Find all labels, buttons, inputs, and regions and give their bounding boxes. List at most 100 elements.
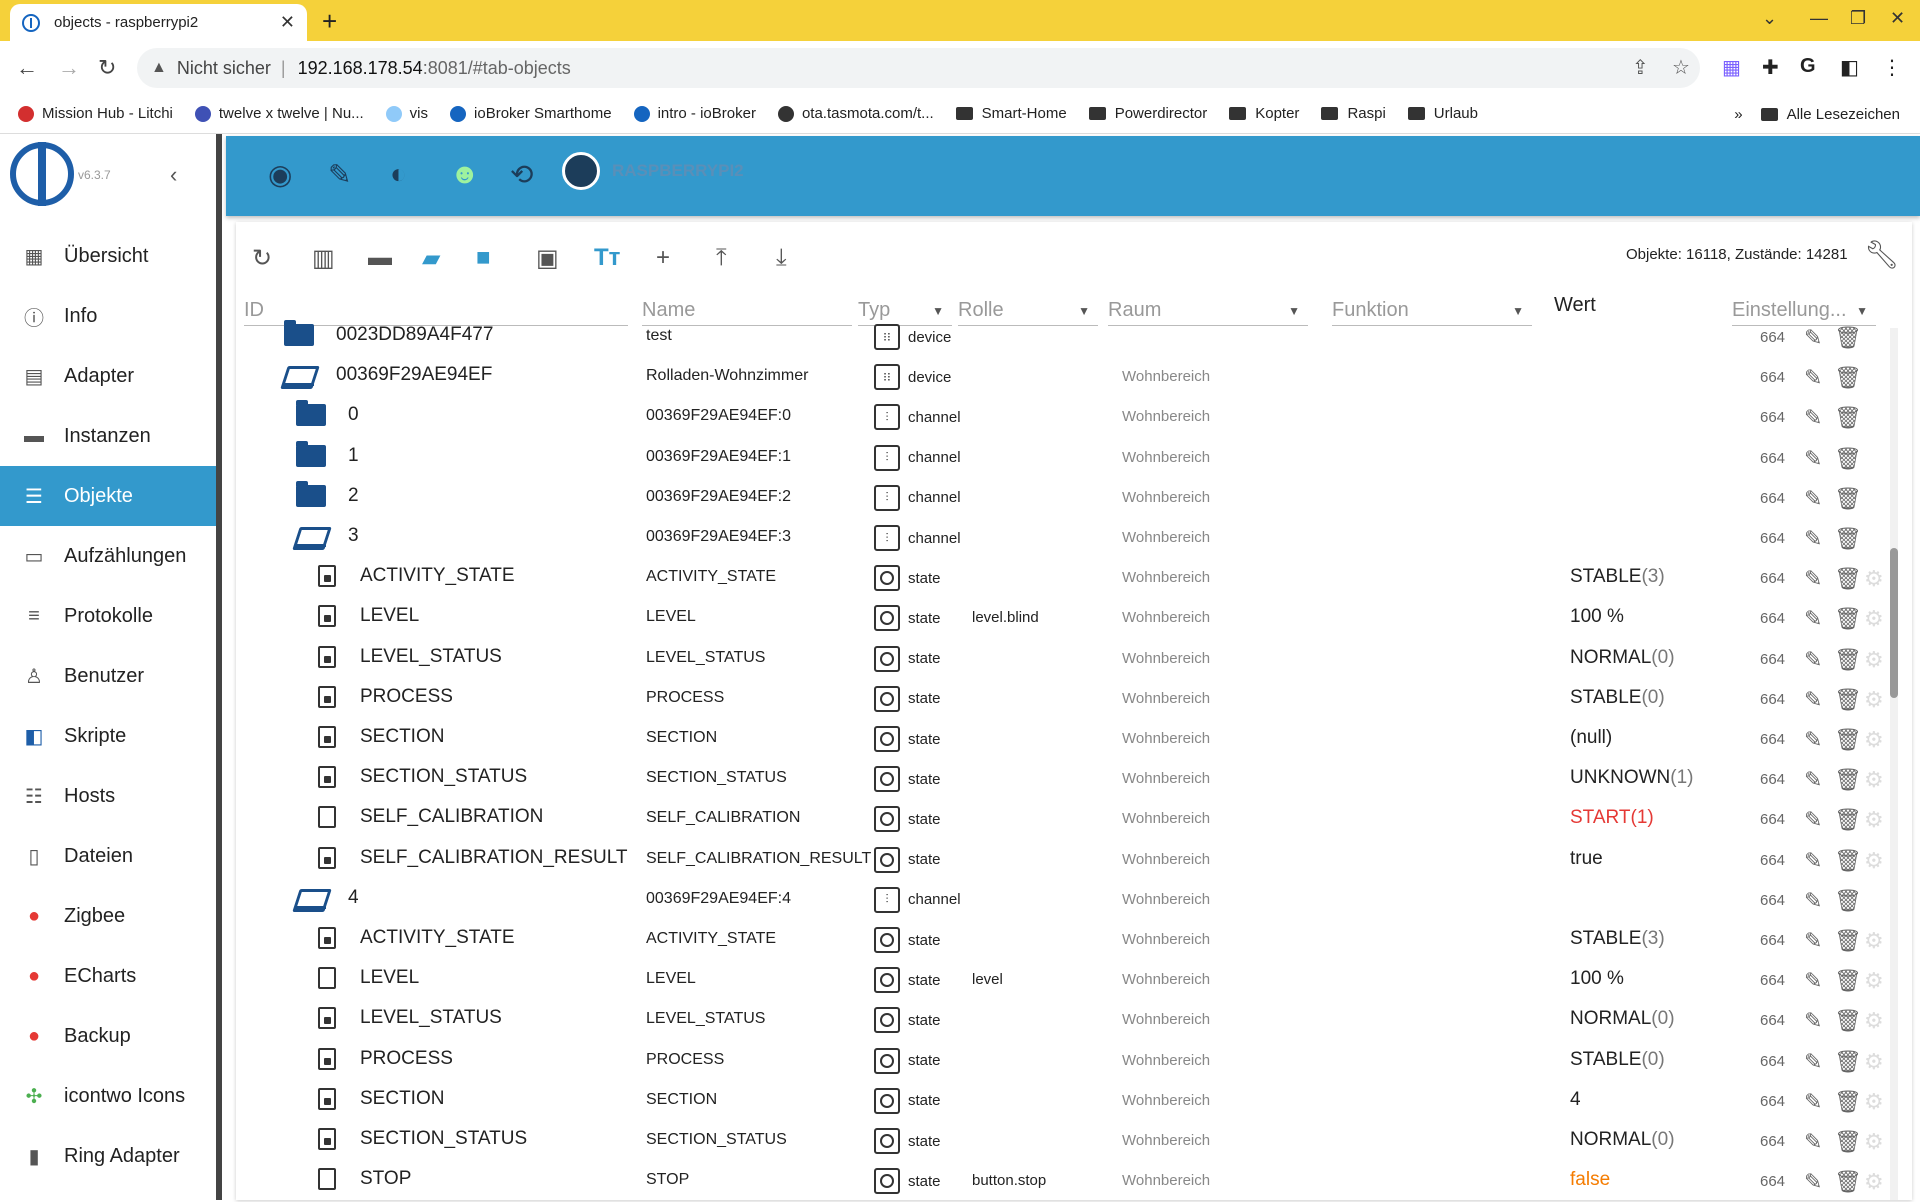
- delete-trash-icon[interactable]: 🗑︎: [1834, 647, 1862, 673]
- custom-settings-gear-icon[interactable]: ⚙: [1864, 1008, 1884, 1034]
- table-row[interactable]: SECTION_STATUS SECTION_STATUS state Wohnber…: [236, 1122, 1896, 1162]
- browser-tab[interactable]: objects - raspberrypi2 ✕: [10, 4, 307, 41]
- object-id[interactable]: SECTION_STATUS: [318, 766, 527, 789]
- object-name[interactable]: LEVEL: [646, 608, 696, 626]
- edit-pencil-icon[interactable]: ✎: [1804, 1089, 1822, 1115]
- state-readonly-icon[interactable]: [318, 927, 336, 949]
- table-row[interactable]: 00369F29AE94EF Rolladen-Wohnzimmer ⁝⁝ devic…: [236, 358, 1896, 398]
- table-row[interactable]: 4 00369F29AE94EF:4 ⫶ channel Wohnbereich 664 ✎…: [236, 881, 1896, 921]
- edit-pencil-icon[interactable]: ✎: [1804, 1129, 1822, 1155]
- object-room[interactable]: Wohnbereich: [1122, 770, 1210, 787]
- object-name[interactable]: ACTIVITY_STATE: [646, 930, 776, 948]
- table-row[interactable]: ACTIVITY_STATE ACTIVITY_STATE state Wohnber…: [236, 559, 1896, 599]
- object-value[interactable]: STABLE(3): [1570, 928, 1665, 950]
- object-value[interactable]: STABLE(0): [1570, 1049, 1665, 1071]
- object-name[interactable]: ACTIVITY_STATE: [646, 568, 776, 586]
- table-row[interactable]: SECTION_STATUS SECTION_STATUS state Wohnber…: [236, 760, 1896, 800]
- object-id[interactable]: 3: [296, 525, 359, 547]
- custom-settings-gear-icon[interactable]: ⚙: [1864, 1089, 1884, 1115]
- delete-trash-icon[interactable]: 🗑︎: [1834, 968, 1862, 994]
- bookmark-item[interactable]: twelve x twelve | Nu...: [194, 105, 364, 122]
- object-id[interactable]: 1: [296, 440, 359, 467]
- delete-trash-icon[interactable]: 🗑︎: [1834, 687, 1862, 713]
- table-row[interactable]: LEVEL_STATUS LEVEL_STATUS state Wohnbereich…: [236, 1001, 1896, 1041]
- sidebar-item-ring-adapter[interactable]: ▮ Ring Adapter: [0, 1126, 216, 1186]
- delete-trash-icon[interactable]: 🗑︎: [1834, 1169, 1862, 1195]
- custom-settings-gear-icon[interactable]: ⚙: [1864, 1049, 1884, 1075]
- sidebar-item-instanzen[interactable]: ▬ Instanzen: [0, 406, 216, 466]
- object-id[interactable]: SELF_CALIBRATION_RESULT: [318, 846, 627, 869]
- columns-icon[interactable]: ▥: [312, 244, 335, 273]
- object-room[interactable]: Wohnbereich: [1122, 529, 1210, 546]
- restore-icon[interactable]: ❐: [1850, 8, 1866, 29]
- delete-trash-icon[interactable]: 🗑︎: [1834, 405, 1862, 431]
- state-file-icon[interactable]: [318, 1168, 336, 1191]
- bookmark-item[interactable]: intro - ioBroker: [633, 105, 756, 122]
- object-id[interactable]: SECTION_STATUS: [318, 1128, 527, 1150]
- delete-trash-icon[interactable]: 🗑︎: [1834, 1129, 1862, 1155]
- table-row[interactable]: LEVEL_STATUS LEVEL_STATUS state Wohnbereich…: [236, 640, 1896, 680]
- folder-closed-icon[interactable]: [296, 480, 326, 507]
- object-name[interactable]: SECTION: [646, 1091, 717, 1109]
- object-name[interactable]: 00369F29AE94EF:2: [646, 488, 791, 506]
- object-room[interactable]: Wohnbereich: [1122, 1052, 1210, 1069]
- extensions-puzzle-icon[interactable]: ✚: [1762, 55, 1779, 80]
- object-value[interactable]: false: [1570, 1169, 1610, 1191]
- table-row[interactable]: 0023DD89A4F477 test ⁝⁝ device 664 ✎ 🗑︎: [236, 318, 1896, 358]
- object-value[interactable]: true: [1570, 848, 1603, 870]
- edit-pencil-icon[interactable]: ✎: [1804, 526, 1822, 552]
- delete-trash-icon[interactable]: 🗑︎: [1834, 1089, 1862, 1115]
- object-room[interactable]: Wohnbereich: [1122, 971, 1210, 988]
- table-row[interactable]: SELF_CALIBRATION SELF_CALIBRATION state Woh…: [236, 800, 1896, 840]
- delete-trash-icon[interactable]: 🗑︎: [1834, 807, 1862, 833]
- state-readonly-icon[interactable]: [318, 605, 336, 628]
- edit-pencil-icon[interactable]: ✎: [1804, 1008, 1822, 1034]
- object-name[interactable]: SECTION_STATUS: [646, 1131, 787, 1149]
- edit-pencil-icon[interactable]: ✎: [1804, 325, 1822, 351]
- delete-trash-icon[interactable]: 🗑︎: [1834, 486, 1862, 512]
- object-value[interactable]: (null): [1570, 727, 1612, 749]
- table-row[interactable]: LEVEL LEVEL state level.blind Wohnbereich 100…: [236, 599, 1896, 639]
- refresh-icon[interactable]: ↻: [252, 244, 272, 273]
- state-readonly-icon[interactable]: [318, 846, 336, 869]
- edit-pencil-icon[interactable]: ✎: [1804, 888, 1822, 914]
- object-name[interactable]: SECTION_STATUS: [646, 769, 787, 787]
- sidebar-item-hosts[interactable]: ☷ Hosts: [0, 766, 216, 826]
- sidebar-item-objekte[interactable]: ☰ Objekte: [0, 466, 216, 526]
- sync-icon[interactable]: ⟲: [510, 158, 533, 191]
- share-icon[interactable]: ⇪: [1632, 55, 1649, 80]
- object-value[interactable]: STABLE(0): [1570, 687, 1665, 709]
- object-role[interactable]: level: [972, 971, 1003, 988]
- bookmark-star-icon[interactable]: ☆: [1672, 55, 1690, 80]
- edit-pencil-icon[interactable]: ✎: [1804, 446, 1822, 472]
- delete-trash-icon[interactable]: 🗑︎: [1834, 767, 1862, 793]
- edit-pencil-icon[interactable]: ✎: [1804, 647, 1822, 673]
- warning-icon[interactable]: ▲: [151, 59, 167, 77]
- object-room[interactable]: Wohnbereich: [1122, 1092, 1210, 1109]
- edit-pencil-icon[interactable]: ✎: [1804, 1169, 1822, 1195]
- state-readonly-icon[interactable]: [318, 565, 336, 588]
- sidebar-item-benutzer[interactable]: ♙ Benutzer: [0, 646, 216, 706]
- bookmarks-more-button[interactable]: »: [1734, 106, 1742, 123]
- bookmark-item[interactable]: ioBroker Smarthome: [450, 105, 612, 122]
- object-name[interactable]: LEVEL: [646, 970, 696, 988]
- delete-trash-icon[interactable]: 🗑︎: [1834, 325, 1862, 351]
- folder-icon[interactable]: ▬: [368, 244, 392, 272]
- object-room[interactable]: Wohnbereich: [1122, 931, 1210, 948]
- object-id[interactable]: 0023DD89A4F477: [284, 320, 493, 346]
- state-file-icon[interactable]: [318, 806, 336, 829]
- edit-pencil-icon[interactable]: ✎: [1804, 767, 1822, 793]
- collapse-sidebar-icon[interactable]: ‹: [170, 162, 177, 188]
- table-row[interactable]: 1 00369F29AE94EF:1 ⫶ channel Wohnbereich 664 ✎…: [236, 439, 1896, 479]
- object-name[interactable]: SELF_CALIBRATION: [646, 809, 800, 827]
- minimize-icon[interactable]: —: [1810, 8, 1828, 29]
- object-value[interactable]: UNKNOWN(1): [1570, 767, 1694, 789]
- bookmark-item[interactable]: Smart-Home: [955, 105, 1067, 122]
- state-file-icon[interactable]: [318, 967, 336, 990]
- custom-settings-gear-icon[interactable]: ⚙: [1864, 606, 1884, 632]
- object-value[interactable]: 4: [1570, 1089, 1581, 1111]
- custom-settings-gear-icon[interactable]: ⚙: [1864, 566, 1884, 592]
- edit-pencil-icon[interactable]: ✎: [1804, 848, 1822, 874]
- folder-closed-icon[interactable]: [296, 440, 326, 467]
- edit-pencil-icon[interactable]: ✎: [1804, 566, 1822, 592]
